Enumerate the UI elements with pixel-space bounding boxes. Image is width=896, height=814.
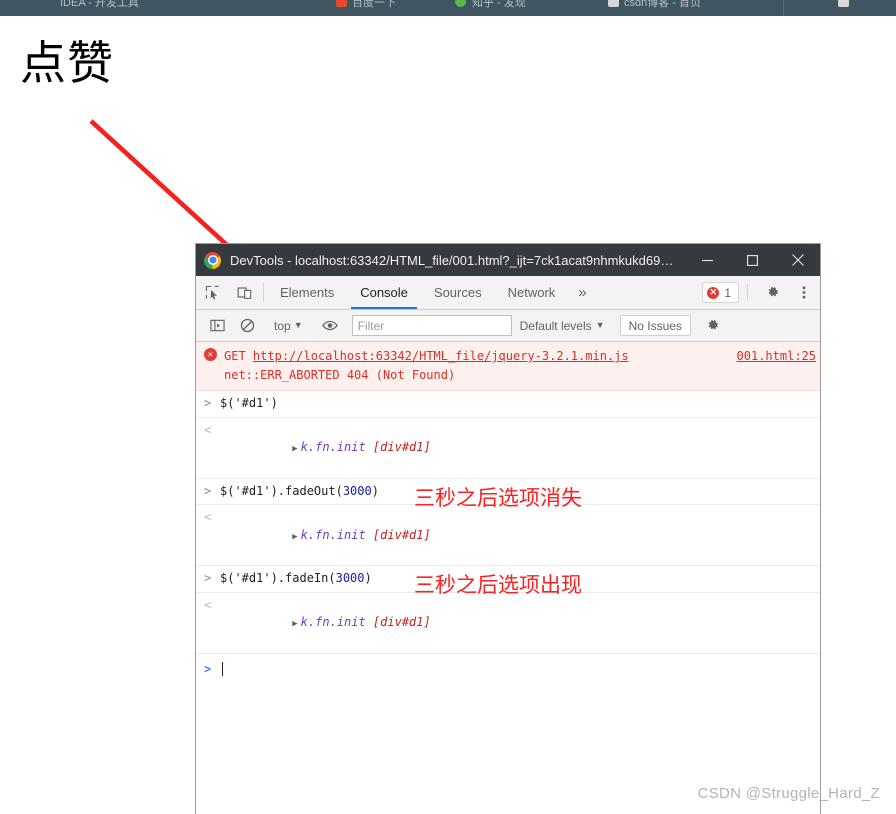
minimize-button[interactable] bbox=[685, 244, 730, 276]
error-count-badge[interactable]: ✕ 1 bbox=[702, 282, 739, 303]
log-levels-value: Default levels bbox=[519, 318, 592, 333]
text-cursor bbox=[222, 661, 223, 676]
expand-triangle-icon[interactable]: ▶ bbox=[292, 444, 297, 454]
error-detail: net::ERR_ABORTED 404 (Not Found) bbox=[224, 367, 456, 382]
bookmark-item-3[interactable]: csdn博客 - 首页 bbox=[624, 0, 701, 10]
console-input-text: $('#d1').fadeOut(3000) bbox=[220, 483, 379, 500]
output-object: k.fn.init bbox=[300, 527, 373, 542]
console-output-row[interactable]: < ▶ k.fn.init [div#d1] bbox=[196, 505, 820, 567]
input-marker: > bbox=[204, 483, 212, 498]
error-method: GET bbox=[224, 349, 246, 363]
close-button[interactable] bbox=[775, 244, 820, 276]
console-input-text: $('#d1').fadeIn(3000) bbox=[220, 570, 372, 587]
output-node: [div#d1] bbox=[372, 439, 431, 454]
console-input-row[interactable]: > $('#d1').fadeOut(3000) 三秒之后选项消失 bbox=[196, 479, 820, 510]
console-prompt-row[interactable]: > bbox=[196, 654, 820, 682]
console-settings-gear-icon[interactable] bbox=[698, 310, 728, 342]
tabbar-divider-2 bbox=[747, 284, 748, 301]
console-sidebar-icon[interactable] bbox=[202, 310, 232, 342]
clear-console-icon[interactable] bbox=[232, 310, 262, 342]
console-input-text: $('#d1') bbox=[220, 396, 278, 411]
inspect-element-icon[interactable] bbox=[196, 276, 228, 309]
devtools-window: DevTools - localhost:63342/HTML_file/001… bbox=[195, 243, 821, 814]
expand-triangle-icon[interactable]: ▶ bbox=[292, 619, 297, 629]
expand-triangle-icon[interactable]: ▶ bbox=[292, 532, 297, 542]
tabbar-spacer bbox=[597, 276, 703, 309]
bookmark-favicon-0 bbox=[336, 0, 347, 7]
tab-sources[interactable]: Sources bbox=[421, 276, 495, 309]
devtools-tabbar: Elements Console Sources Network » ✕ 1 bbox=[196, 276, 820, 310]
console-message-list[interactable]: ✕ 001.html:25 GET http://localhost:63342… bbox=[196, 342, 820, 814]
console-error-text: 001.html:25 GET http://localhost:63342/H… bbox=[224, 347, 816, 384]
bookmark-item-0[interactable]: IDEA - 开发工具 bbox=[60, 0, 139, 10]
more-tabs-icon[interactable]: » bbox=[568, 276, 596, 309]
input-marker: > bbox=[204, 396, 212, 411]
error-count-value: 1 bbox=[724, 285, 731, 300]
output-node: [div#d1] bbox=[372, 615, 431, 630]
input-number: 3000 bbox=[342, 483, 372, 498]
console-input-row[interactable]: > $('#d1').fadeIn(3000) 三秒之后选项出现 bbox=[196, 566, 820, 597]
input-marker: > bbox=[204, 571, 212, 586]
console-output-row[interactable]: < ▶ k.fn.init [div#d1] bbox=[196, 593, 820, 654]
execution-context-value: top bbox=[274, 318, 291, 333]
console-error-row[interactable]: ✕ 001.html:25 GET http://localhost:63342… bbox=[196, 342, 820, 392]
chrome-logo-icon bbox=[204, 251, 221, 269]
page-title: 点赞 bbox=[20, 36, 114, 90]
screenshot-root: IDEA - 开发工具 百度一下 知乎 - 发现 csdn博客 - 首页 点赞 … bbox=[0, 0, 896, 814]
chevron-down-icon-2: ▼ bbox=[595, 320, 605, 330]
bookmark-item-1[interactable]: 百度一下 bbox=[352, 0, 396, 10]
output-node: [div#d1] bbox=[372, 527, 431, 542]
window-title: DevTools - localhost:63342/HTML_file/001… bbox=[230, 252, 685, 268]
filter-input[interactable]: Filter bbox=[351, 315, 512, 336]
error-circle-icon: ✕ bbox=[707, 286, 720, 299]
chevron-down-icon: ▼ bbox=[293, 320, 303, 330]
output-marker: < bbox=[204, 422, 212, 437]
device-toolbar-icon[interactable] bbox=[228, 276, 260, 309]
browser-bookmark-strip: IDEA - 开发工具 百度一下 知乎 - 发现 csdn博客 - 首页 bbox=[0, 0, 896, 16]
prompt-marker: > bbox=[204, 661, 212, 676]
maximize-button[interactable] bbox=[730, 244, 775, 276]
bookmark-favicon-2 bbox=[608, 0, 619, 7]
console-output-text[interactable]: ▶ k.fn.init [div#d1] bbox=[220, 422, 431, 474]
error-source-link[interactable]: 001.html:25 bbox=[737, 347, 816, 366]
devtools-titlebar: DevTools - localhost:63342/HTML_file/001… bbox=[196, 244, 820, 276]
no-issues-button[interactable]: No Issues bbox=[619, 315, 691, 336]
input-expr: $('#d1').fadeIn( bbox=[220, 571, 336, 586]
output-marker: < bbox=[204, 597, 212, 612]
tab-elements[interactable]: Elements bbox=[267, 276, 347, 309]
watermark: CSDN @Struggle_Hard_Z bbox=[697, 785, 880, 802]
kebab-menu-icon[interactable] bbox=[788, 276, 820, 309]
console-output-row[interactable]: < ▶ k.fn.init [div#d1] bbox=[196, 418, 820, 479]
tab-network[interactable]: Network bbox=[495, 276, 569, 309]
gear-icon[interactable] bbox=[756, 276, 788, 309]
error-circle-icon-row: ✕ bbox=[204, 348, 217, 361]
error-url-link[interactable]: http://localhost:63342/HTML_file/jquery-… bbox=[253, 349, 629, 363]
console-output-text[interactable]: ▶ k.fn.init [div#d1] bbox=[220, 509, 431, 561]
console-prompt-input[interactable] bbox=[220, 661, 223, 678]
log-levels-select[interactable]: Default levels ▼ bbox=[512, 319, 613, 333]
execution-context-select[interactable]: top ▼ bbox=[269, 319, 308, 333]
tabbar-divider bbox=[263, 283, 264, 302]
tab-console[interactable]: Console bbox=[347, 276, 421, 309]
input-tail: ) bbox=[371, 483, 379, 498]
input-number: 3000 bbox=[335, 571, 365, 586]
bookmark-divider bbox=[783, 0, 784, 16]
live-expression-icon[interactable] bbox=[315, 310, 345, 342]
bookmark-favicon-1 bbox=[455, 0, 466, 7]
input-expr: $('#d1').fadeOut( bbox=[220, 483, 343, 498]
input-tail: ) bbox=[364, 571, 372, 586]
output-object: k.fn.init bbox=[300, 615, 373, 630]
output-object: k.fn.init bbox=[300, 439, 373, 454]
console-filterbar: top ▼ Filter Default levels ▼ No Issues bbox=[196, 310, 820, 342]
console-output-text[interactable]: ▶ k.fn.init [div#d1] bbox=[220, 597, 431, 649]
bookmark-overflow-icon[interactable] bbox=[838, 0, 849, 7]
bookmark-item-2[interactable]: 知乎 - 发现 bbox=[472, 0, 526, 10]
output-marker: < bbox=[204, 510, 212, 525]
console-input-row[interactable]: > $('#d1') bbox=[196, 391, 820, 418]
